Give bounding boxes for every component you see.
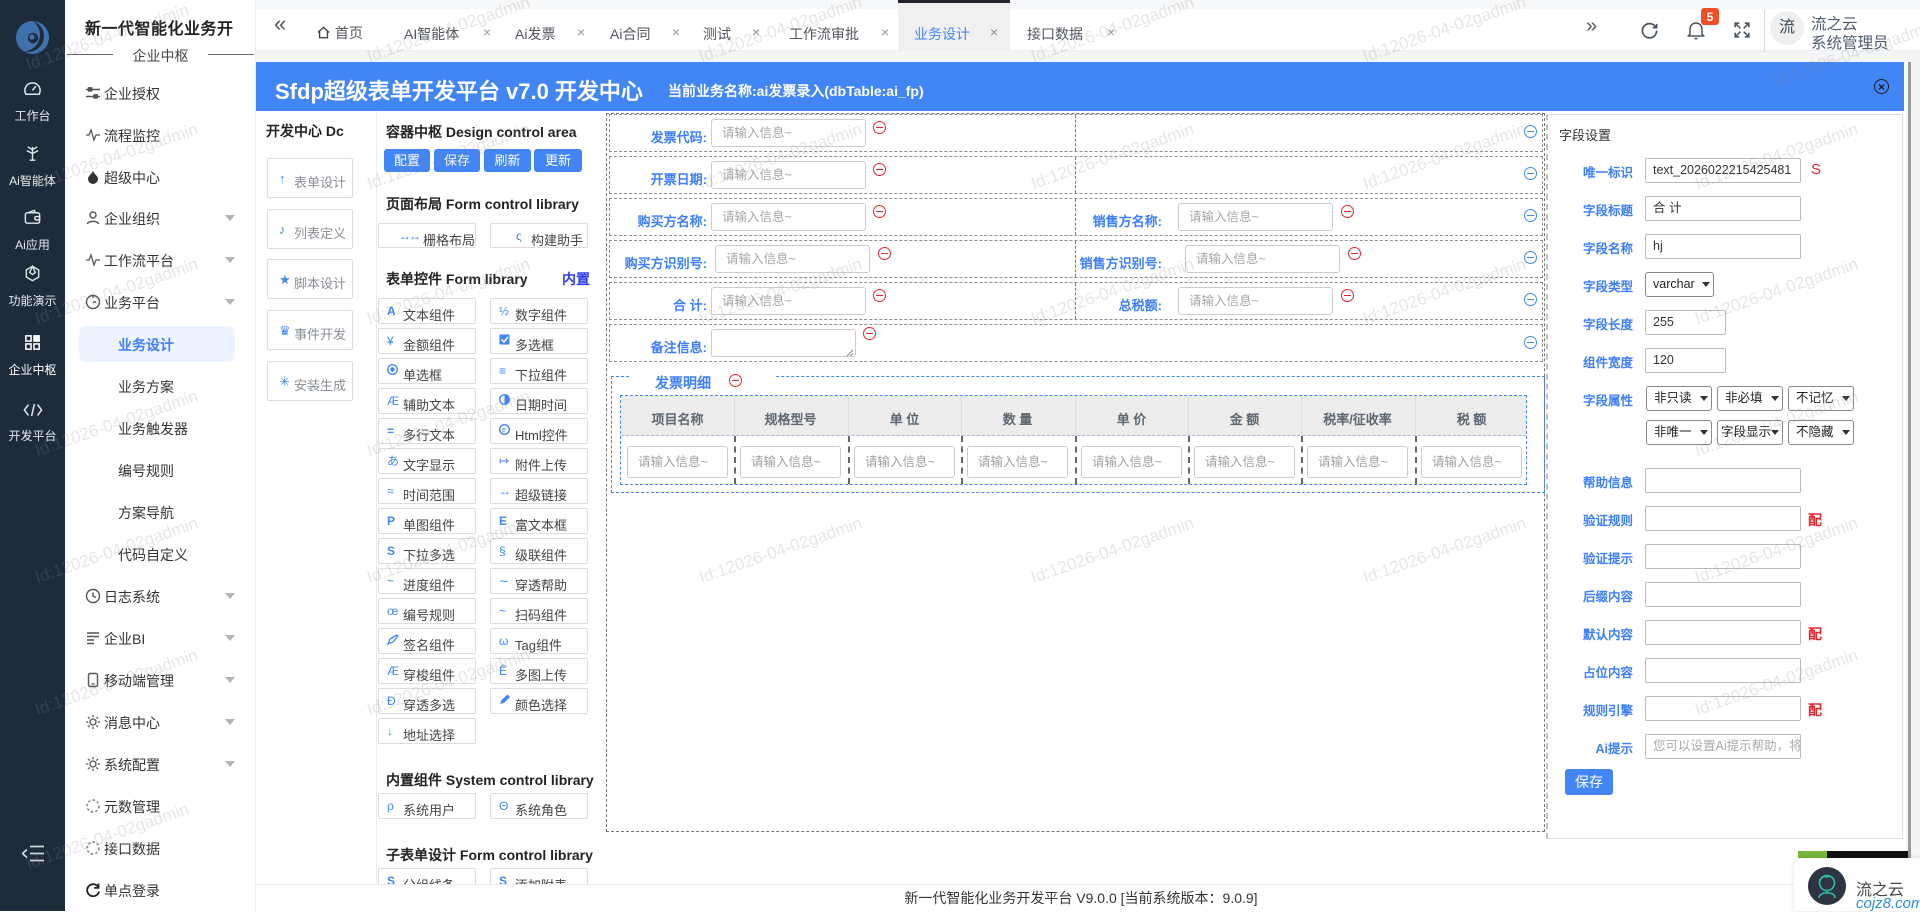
svg-text:e: e (502, 427, 506, 434)
